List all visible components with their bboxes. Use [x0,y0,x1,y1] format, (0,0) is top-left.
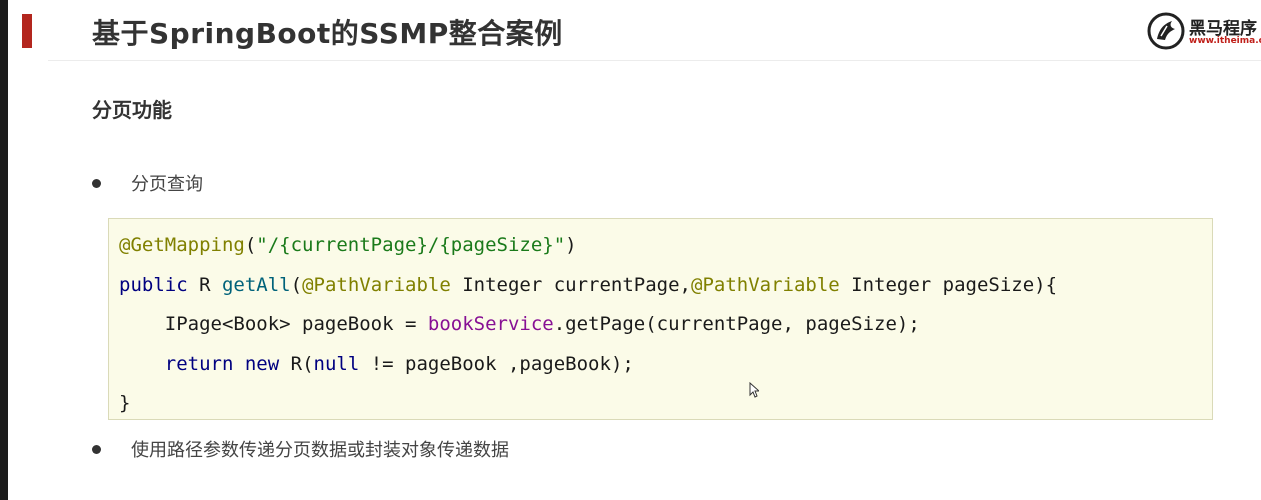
code-keyword: new [244,353,280,375]
code-line-1: @GetMapping("/{currentPage}/{pageSize}") [119,234,577,256]
bullet-dot-icon [92,178,101,188]
bullet-text: 使用路径参数传递分页数据或封装对象传递数据 [131,440,509,461]
bullet-text: 分页查询 [131,174,203,195]
code-line-4: return new R(null != pageBook ,pageBook)… [164,353,634,375]
title-accent-bar [22,14,32,48]
code-method-name: getAll [221,274,291,296]
slide-title: 基于SpringBoot的SSMP整合案例 [92,17,563,50]
title-divider [48,60,1261,61]
code-field: bookService [427,313,554,335]
code-keyword: return [164,353,234,375]
bullet-item: 分页查询 [92,170,203,196]
code-annotation: @PathVariable [302,274,451,296]
code-annotation: @PathVariable [691,274,840,296]
left-edge-strip [0,0,8,500]
brand-url: www.itheima.c [1189,36,1261,46]
code-annotation: @GetMapping [119,234,245,256]
mouse-cursor-icon [749,382,759,398]
brand-logo: 黑马程序 www.itheima.c [1147,8,1261,50]
code-line-3: IPage<Book> pageBook = bookService.getPa… [164,313,920,335]
bullet-item: 使用路径参数传递分页数据或封装对象传递数据 [92,436,509,462]
code-string: "/{currentPage}/{pageSize}" [256,234,566,256]
horse-logo-icon [1147,12,1185,50]
section-heading: 分页功能 [92,98,172,122]
code-keyword: null [313,353,360,375]
bullet-dot-icon [92,444,101,454]
code-keyword: public [119,274,188,296]
code-block: @GetMapping("/{currentPage}/{pageSize}")… [108,218,1213,420]
code-line-2: public R getAll(@PathVariable Integer cu… [119,274,1058,296]
code-line-5: } [119,392,131,414]
